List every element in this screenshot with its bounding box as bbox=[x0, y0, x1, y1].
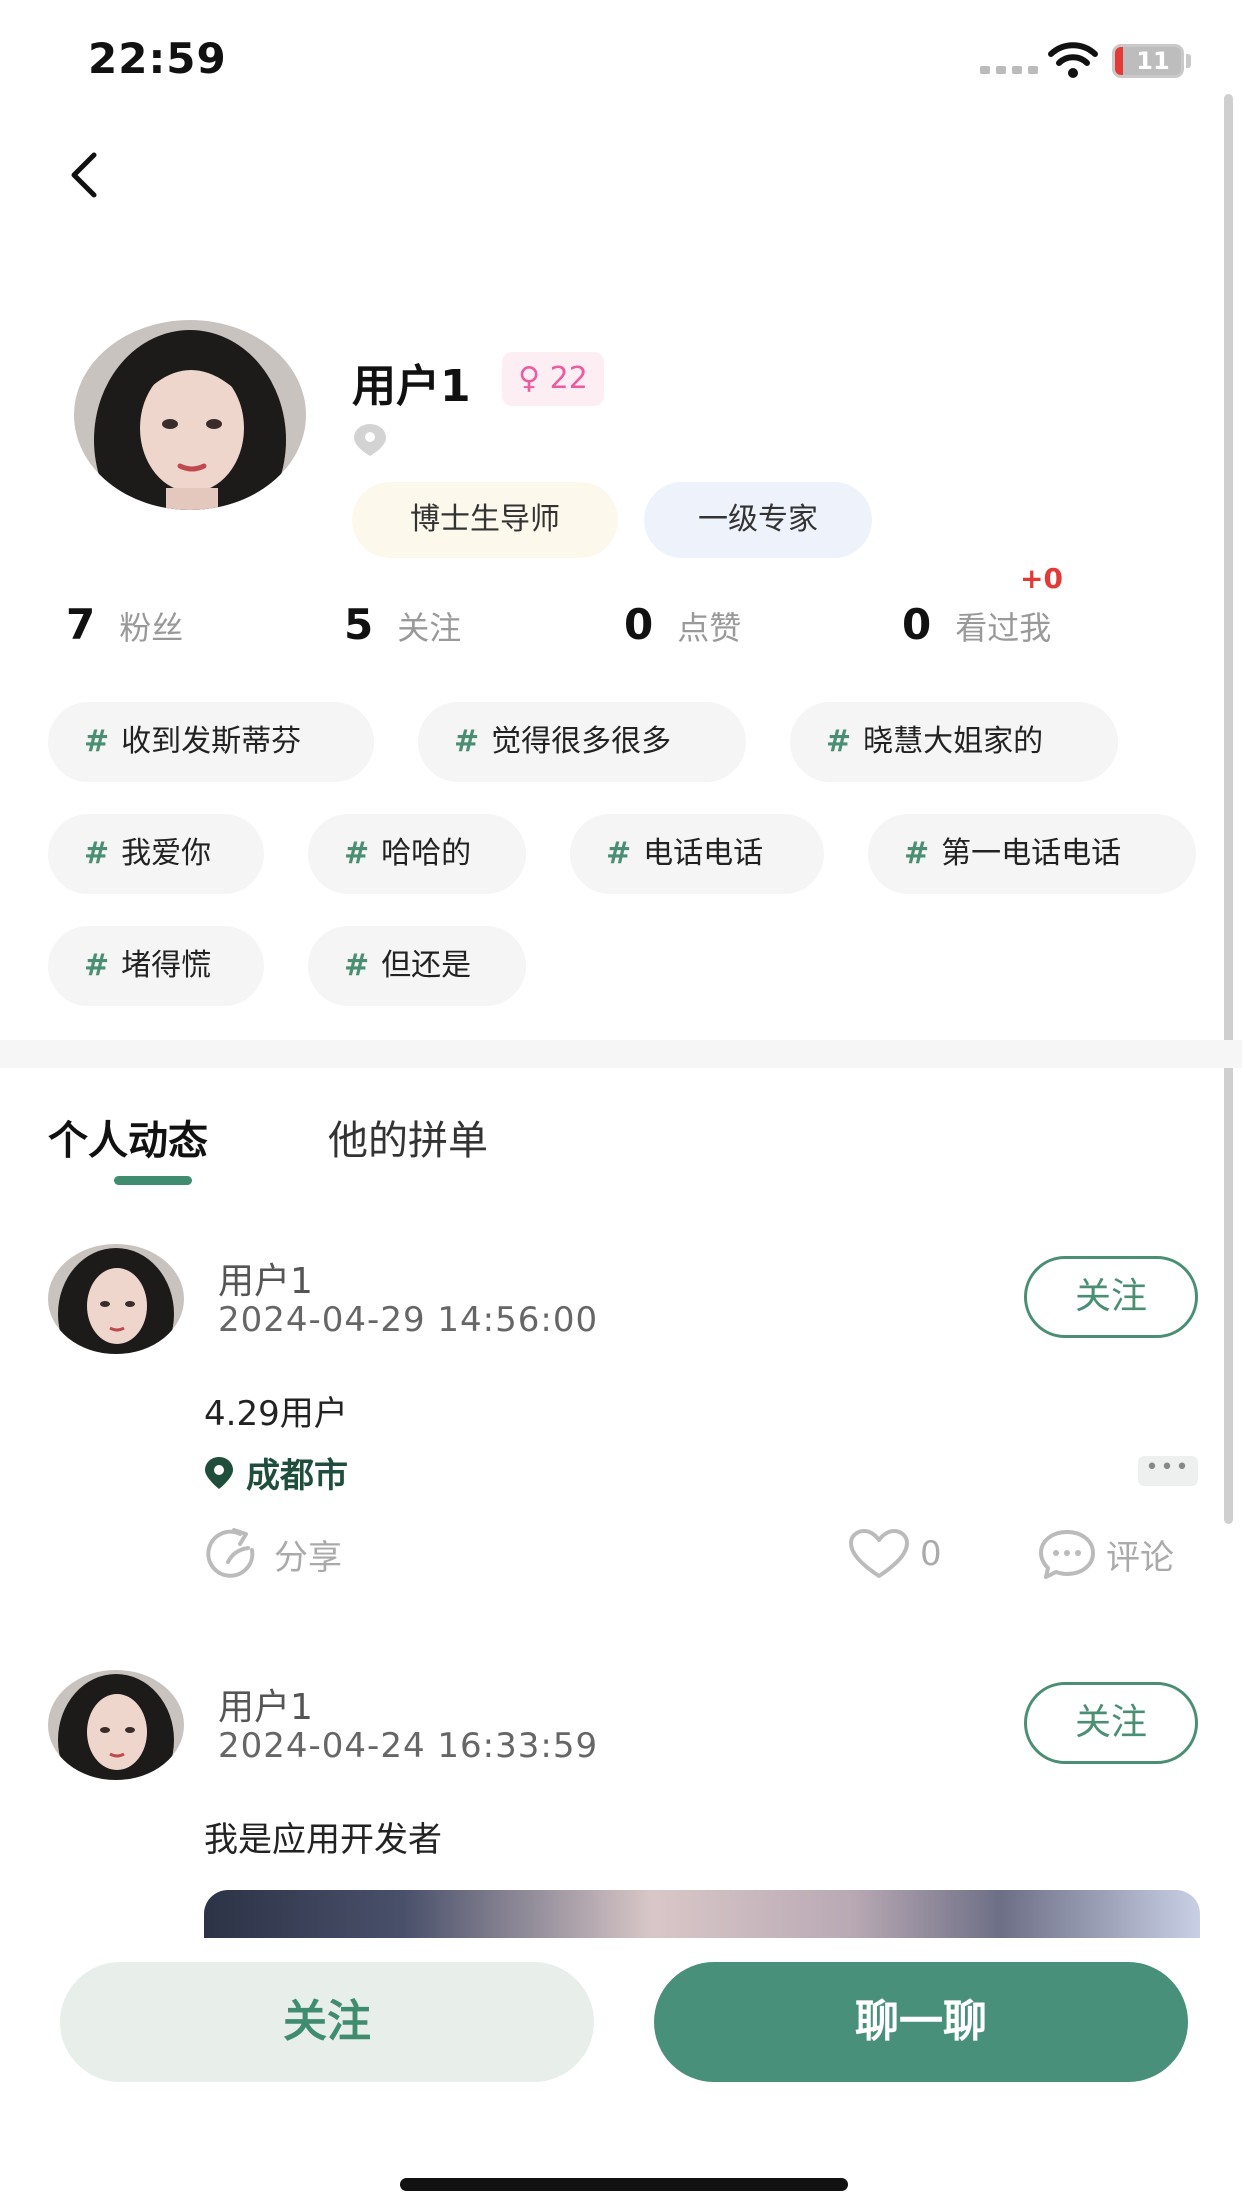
hash-icon: # bbox=[84, 724, 110, 759]
gender-age-badge: ♀ 22 bbox=[502, 352, 604, 406]
hash-icon: # bbox=[904, 836, 930, 871]
more-options-icon[interactable]: ••• bbox=[1138, 1456, 1198, 1486]
profile-avatar[interactable] bbox=[74, 320, 306, 510]
hash-icon: # bbox=[344, 836, 370, 871]
tag-label: 电话电话 bbox=[643, 836, 764, 871]
heart-icon bbox=[849, 1529, 909, 1578]
hash-icon: # bbox=[606, 836, 632, 871]
tab-group-orders[interactable]: 他的拼单 bbox=[328, 1108, 488, 1166]
hash-icon: # bbox=[84, 948, 110, 983]
tag-label: 晓慧大姐家的 bbox=[863, 724, 1044, 759]
status-time: 22:59 bbox=[88, 34, 227, 83]
stat-likes-label: 点赞 bbox=[677, 609, 742, 647]
post-city-label: 成都市 bbox=[246, 1456, 348, 1496]
interest-tag[interactable]: # 但还是 bbox=[308, 926, 526, 1006]
interest-tag[interactable]: # 电话电话 bbox=[570, 814, 824, 894]
profile-name: 用户1 bbox=[352, 361, 471, 412]
title-chip-doctoral-supervisor: 博士生导师 bbox=[352, 482, 618, 558]
post-avatar[interactable] bbox=[48, 1670, 184, 1780]
tag-label: 堵得慌 bbox=[121, 948, 212, 983]
cellular-signal-icon bbox=[980, 66, 1038, 74]
hash-icon: # bbox=[454, 724, 480, 759]
tab-personal-feed[interactable]: 个人动态 bbox=[48, 1108, 208, 1166]
stat-following-label: 关注 bbox=[397, 609, 462, 647]
tag-label: 收到发斯蒂芬 bbox=[121, 724, 302, 759]
share-label: 分享 bbox=[274, 1537, 342, 1578]
interest-tag[interactable]: # 第一电话电话 bbox=[868, 814, 1196, 894]
post-avatar[interactable] bbox=[48, 1244, 184, 1354]
tab-active-indicator bbox=[114, 1176, 192, 1185]
tag-label: 第一电话电话 bbox=[941, 836, 1122, 871]
post-username: 用户1 bbox=[218, 1687, 313, 1728]
stat-following[interactable]: 5 关注 bbox=[344, 600, 461, 650]
stat-fans[interactable]: 7 粉丝 bbox=[66, 600, 183, 650]
post-location[interactable]: 成都市 bbox=[204, 1448, 348, 1497]
hash-icon: # bbox=[826, 724, 852, 759]
post-username: 用户1 bbox=[218, 1261, 313, 1302]
interest-tag[interactable]: # 收到发斯蒂芬 bbox=[48, 702, 374, 782]
home-indicator[interactable] bbox=[400, 2178, 848, 2191]
interest-tag[interactable]: # 堵得慌 bbox=[48, 926, 264, 1006]
comment-button[interactable]: 评论 bbox=[1038, 1528, 1174, 1580]
back-arrow-icon[interactable] bbox=[60, 145, 110, 205]
section-divider bbox=[0, 1040, 1242, 1068]
tag-label: 哈哈的 bbox=[381, 836, 472, 871]
comment-icon bbox=[1039, 1530, 1095, 1579]
post-follow-button[interactable]: 关注 bbox=[1024, 1682, 1198, 1764]
post-timestamp: 2024-04-29 14:56:00 bbox=[218, 1300, 599, 1340]
title-chip-expert: 一级专家 bbox=[644, 482, 872, 558]
battery-icon: 11 bbox=[1112, 44, 1184, 78]
post-timestamp: 2024-04-24 16:33:59 bbox=[218, 1726, 599, 1766]
like-count: 0 bbox=[920, 1534, 942, 1574]
interest-tag[interactable]: # 我爱你 bbox=[48, 814, 264, 894]
stat-visitors[interactable]: 0 看过我 bbox=[902, 600, 1051, 650]
comment-label: 评论 bbox=[1106, 1537, 1174, 1578]
post-text: 4.29用户 bbox=[204, 1394, 348, 1434]
follow-button[interactable]: 关注 bbox=[60, 1962, 594, 2082]
interest-tag[interactable]: # 哈哈的 bbox=[308, 814, 526, 894]
stat-likes-count: 0 bbox=[624, 600, 654, 649]
stat-likes[interactable]: 0 点赞 bbox=[624, 600, 741, 650]
location-pin-icon bbox=[354, 424, 386, 456]
share-icon bbox=[206, 1528, 255, 1578]
hash-icon: # bbox=[84, 836, 110, 871]
wifi-icon bbox=[1048, 42, 1098, 78]
post-text: 我是应用开发者 bbox=[204, 1820, 442, 1860]
stat-fans-label: 粉丝 bbox=[119, 609, 184, 647]
tag-label: 但还是 bbox=[381, 948, 472, 983]
hash-icon: # bbox=[344, 948, 370, 983]
scrollbar[interactable] bbox=[1224, 94, 1233, 1524]
chat-button[interactable]: 聊一聊 bbox=[654, 1962, 1188, 2082]
status-bar: 22:59 11 bbox=[0, 0, 1242, 120]
tag-label: 觉得很多很多 bbox=[491, 724, 672, 759]
stat-visitors-label: 看过我 bbox=[955, 609, 1052, 647]
stat-fans-count: 7 bbox=[66, 600, 96, 649]
post-image[interactable] bbox=[204, 1890, 1200, 1940]
tag-label: 我爱你 bbox=[121, 836, 212, 871]
stat-visitors-count: 0 bbox=[902, 600, 932, 649]
visitors-delta-badge: +0 bbox=[1020, 562, 1063, 595]
share-button[interactable]: 分享 bbox=[204, 1528, 342, 1580]
post-follow-button[interactable]: 关注 bbox=[1024, 1256, 1198, 1338]
battery-tip bbox=[1186, 54, 1191, 68]
interest-tag[interactable]: # 觉得很多很多 bbox=[418, 702, 746, 782]
battery-level: 11 bbox=[1136, 47, 1170, 75]
interest-tag[interactable]: # 晓慧大姐家的 bbox=[790, 702, 1118, 782]
stat-following-count: 5 bbox=[344, 600, 374, 649]
location-pin-icon bbox=[205, 1456, 233, 1489]
like-button[interactable]: 0 bbox=[848, 1528, 942, 1580]
